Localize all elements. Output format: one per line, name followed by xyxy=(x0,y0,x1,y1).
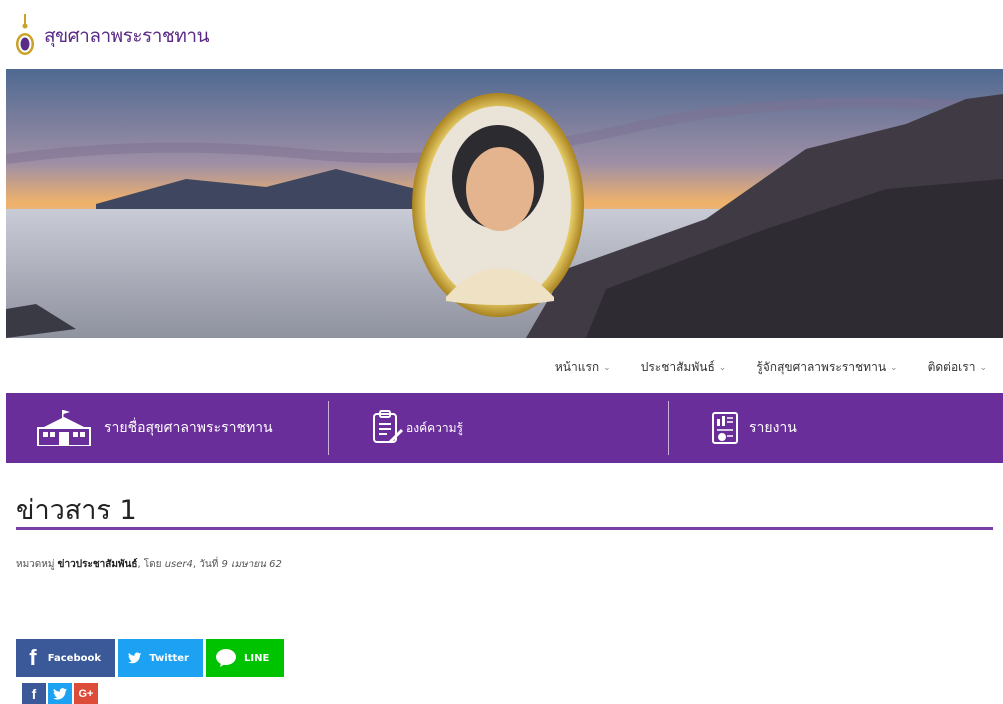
facebook-icon: f xyxy=(29,645,37,670)
article-meta: หมวดหมู่ ข่าวประชาสัมพันธ์, โดย user4, ว… xyxy=(16,557,282,572)
report-document-icon xyxy=(712,412,738,444)
title-underline xyxy=(16,527,993,530)
chevron-down-icon: ⌄ xyxy=(718,362,727,373)
quick-menu-bar: รายชื่อสุขศาลาพระราชทาน องค์ความรู้ รายง… xyxy=(6,393,1003,463)
twitter-icon[interactable] xyxy=(48,683,72,704)
nav-item-label: หน้าแรก xyxy=(554,360,600,374)
meta-date-prefix: , วันที่ xyxy=(192,559,222,570)
menu-item-report[interactable]: รายงาน xyxy=(711,393,797,463)
hero-banner xyxy=(6,69,1003,338)
nav-item-home[interactable]: หน้าแรก ⌄ xyxy=(533,358,619,377)
banner-landscape xyxy=(6,69,1003,338)
menu-divider xyxy=(668,401,669,455)
page-title: ข่าวสาร 1 xyxy=(16,495,137,526)
nav-item-label: ติดต่อเรา xyxy=(927,360,976,374)
nav-item-label: ประชาสัมพันธ์ xyxy=(640,360,715,374)
nav-item-announcements[interactable]: ประชาสัมพันธ์ ⌄ xyxy=(619,358,735,377)
twitter-icon xyxy=(128,652,142,664)
post-date: 9 เมษายน 62 xyxy=(221,559,282,570)
main-nav: หน้าแรก ⌄ ประชาสัมพันธ์ ⌄ รู้จักสุขศาลาพ… xyxy=(533,358,995,377)
menu-item-label: รายงาน xyxy=(749,420,797,436)
small-share-icons: f G+ xyxy=(22,683,98,704)
chevron-down-icon: ⌄ xyxy=(979,362,987,373)
share-label: LINE xyxy=(244,652,270,664)
site-title: สุขศาลาพระราชทาน xyxy=(44,25,210,47)
line-share-button[interactable]: LINE xyxy=(206,639,284,677)
notepad-pencil-icon xyxy=(373,410,404,444)
menu-item-label: รายชื่อสุขศาลาพระราชทาน xyxy=(104,420,273,436)
category-link[interactable]: ข่าวประชาสัมพันธ์ xyxy=(58,559,138,570)
twitter-share-button[interactable]: Twitter xyxy=(118,639,203,677)
school-building-icon xyxy=(37,410,91,446)
google-plus-icon[interactable]: G+ xyxy=(74,683,98,704)
chevron-down-icon: ⌄ xyxy=(890,362,898,373)
author-name: user4 xyxy=(164,559,193,570)
line-icon xyxy=(216,649,236,667)
meta-by: , โดย xyxy=(137,559,165,570)
site-logo[interactable]: สุขศาลาพระราชทาน xyxy=(12,14,210,58)
menu-item-label: องค์ความรู้ xyxy=(406,420,463,435)
chevron-down-icon: ⌄ xyxy=(603,362,611,373)
share-buttons: f Facebook Twitter LINE xyxy=(16,639,284,677)
menu-item-clinic-list[interactable]: รายชื่อสุขศาลาพระราชทาน xyxy=(34,393,273,463)
emblem-icon xyxy=(16,14,34,55)
share-label: Twitter xyxy=(149,652,189,664)
facebook-icon[interactable]: f xyxy=(22,683,46,704)
meta-category-prefix: หมวดหมู่ xyxy=(16,559,58,570)
facebook-share-button[interactable]: f Facebook xyxy=(16,639,115,677)
menu-divider xyxy=(328,401,329,455)
share-label: Facebook xyxy=(47,652,101,664)
nav-item-label: รู้จักสุขศาลาพระราชทาน xyxy=(756,360,887,374)
menu-item-knowledge[interactable]: องค์ความรู้ xyxy=(372,393,463,463)
nav-item-about[interactable]: รู้จักสุขศาลาพระราชทาน ⌄ xyxy=(734,358,905,377)
nav-item-contact[interactable]: ติดต่อเรา ⌄ xyxy=(906,358,995,377)
